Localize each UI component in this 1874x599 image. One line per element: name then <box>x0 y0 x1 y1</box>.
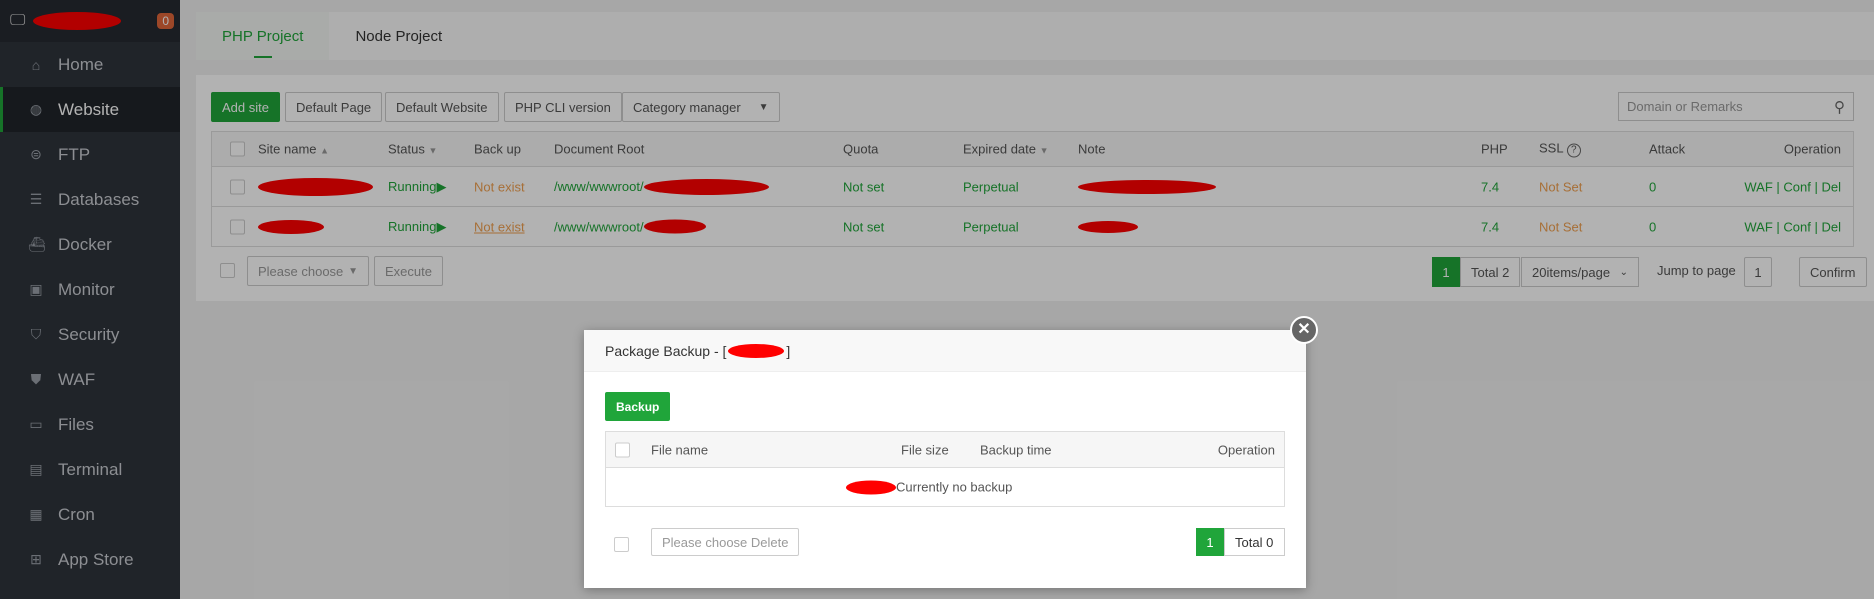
empty-message: Currently no backup <box>846 480 1012 495</box>
total-count: Total 0 <box>1224 528 1285 556</box>
empty-text: Currently no backup <box>896 479 1013 495</box>
select-all-checkbox[interactable] <box>615 442 630 457</box>
delete-select[interactable]: Please choose Delete <box>651 528 800 556</box>
col-file-name: File name <box>651 442 709 457</box>
empty-row: Currently no backup <box>606 467 1284 506</box>
modal-title-text: Package Backup - [ <box>605 342 727 359</box>
modal-title-end: ] <box>786 342 791 359</box>
bulk-select-checkbox[interactable] <box>614 537 629 552</box>
backup-table: File name File size Backup time Operatio… <box>605 431 1285 507</box>
redacted-text <box>846 480 896 494</box>
col-backup-time: Backup time <box>980 442 1052 457</box>
modal-title: Package Backup - [ ] <box>584 330 1306 372</box>
col-file-size: File size <box>901 442 949 457</box>
close-icon[interactable]: ✕ <box>1290 316 1318 344</box>
redacted-site-name <box>728 343 785 358</box>
package-backup-modal: Package Backup - [ ] ✕ Backup File name … <box>584 316 1318 588</box>
col-operation: Operation <box>1217 442 1275 457</box>
backup-table-header: File name File size Backup time Operatio… <box>606 432 1284 467</box>
page-1-button[interactable]: 1 <box>1196 528 1224 556</box>
backup-button[interactable]: Backup <box>605 392 671 421</box>
